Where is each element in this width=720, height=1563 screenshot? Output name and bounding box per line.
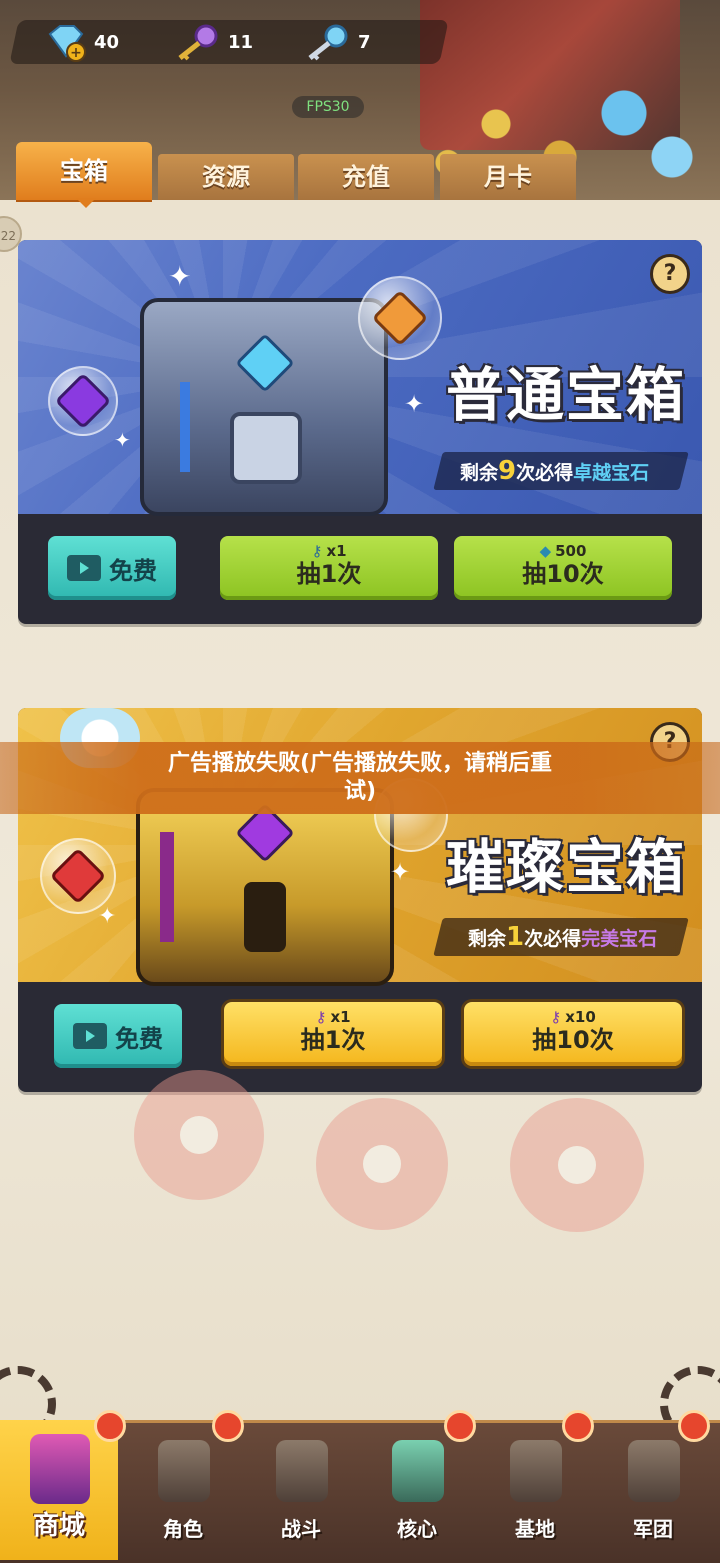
purple-key-count: 11 [228, 31, 254, 53]
nav-label: 商城 [32, 1511, 85, 1541]
remain-mid: 次必得 [524, 928, 582, 950]
sparkle-icon: ✦ [404, 390, 425, 418]
draw-10-cost: x10 [565, 1008, 596, 1026]
tab-resources[interactable]: 资源 [158, 154, 294, 200]
decor-ring [316, 1098, 448, 1230]
free-button[interactable]: 免费 [54, 1004, 182, 1068]
resource-purple-key: 11 [172, 22, 253, 62]
fps-counter: FPS30 [292, 96, 364, 118]
remain-prefix: 剩余 [460, 462, 499, 484]
toast-line-1: 广告播放失败(广告播放失败，请稍后重 [167, 751, 553, 776]
chest-stripe [160, 832, 174, 942]
diamond-count: 40 [94, 31, 120, 53]
nav-battle[interactable]: 战斗 [242, 1420, 360, 1560]
shop-icon [30, 1434, 90, 1504]
svg-text:+: + [70, 45, 82, 61]
sparkle-icon: ✦ [114, 428, 131, 452]
purple-key-icon: ⚷ [550, 1008, 562, 1026]
gold-chest-art [136, 788, 394, 986]
diamond-icon: + [48, 25, 86, 62]
sparkle-icon: ✦ [98, 904, 117, 929]
draw-1-label: 抽1次 [296, 560, 362, 588]
tab-pointer [76, 198, 96, 208]
silver-chest-art [140, 298, 388, 516]
nav-label: 核心 [397, 1517, 437, 1541]
legion-shield-icon [628, 1440, 680, 1502]
purple-key-icon [178, 24, 218, 61]
remain-prefix: 剩余 [468, 928, 507, 950]
sparkle-icon: ✦ [390, 858, 411, 886]
tv-ad-icon [67, 555, 101, 581]
sparkle-icon: ✦ [168, 260, 192, 293]
red-gem-bubble [40, 838, 116, 914]
draw-10-button[interactable]: ◆ 500 抽10次 [454, 536, 672, 600]
core-gem-icon [392, 1440, 444, 1502]
blue-key-icon [308, 24, 348, 61]
notification-dot [678, 1410, 710, 1442]
remain-reward: 完美宝石 [581, 928, 658, 950]
lock-icon [230, 412, 302, 484]
toast-line-2: 试) [343, 779, 377, 804]
draw-10-cost: 500 [555, 542, 587, 560]
draw-10-button[interactable]: ⚷ x10 抽10次 [464, 1002, 682, 1066]
base-tower-icon [510, 1440, 562, 1502]
notification-dot [562, 1410, 594, 1442]
blue-key-icon: ⚷ [311, 542, 323, 560]
remain-count: 1 [506, 922, 525, 952]
help-icon[interactable]: ? [650, 254, 690, 294]
notification-dot [444, 1410, 476, 1442]
nav-shop[interactable]: 商城 [0, 1420, 118, 1560]
nav-label: 角色 [163, 1517, 203, 1541]
error-toast: 广告播放失败(广告播放失败，请稍后重 试) [0, 742, 720, 814]
draw-1-label: 抽1次 [300, 1026, 366, 1054]
remain-mid: 次必得 [516, 462, 574, 484]
resource-diamond[interactable]: + 40 [42, 22, 119, 62]
draw-1-cost: x1 [326, 542, 347, 560]
draw-10-label: 抽10次 [532, 1026, 614, 1054]
tv-ad-icon [73, 1023, 107, 1049]
remain-text: 剩余1次必得完美宝石 [468, 922, 657, 952]
purple-key-icon: ⚷ [315, 1008, 327, 1026]
free-label: 免费 [109, 556, 157, 585]
blue-key-count: 7 [358, 31, 371, 53]
tab-chest[interactable]: 宝箱 [16, 142, 152, 200]
free-button[interactable]: 免费 [48, 536, 176, 600]
draw-1-button[interactable]: ⚷ x1 抽1次 [220, 536, 438, 600]
remain-reward: 卓越宝石 [573, 462, 650, 484]
decor-ring [134, 1070, 264, 1200]
notification-dot [94, 1410, 126, 1442]
pistols-icon [276, 1440, 328, 1502]
normal-chest-title: 普通宝箱 [446, 361, 687, 429]
chest-stripe [180, 382, 190, 472]
notification-dot [212, 1410, 244, 1442]
soldier-icon [158, 1440, 210, 1502]
diamond-icon: ◆ [539, 542, 552, 560]
purple-gem-bubble [48, 366, 118, 436]
nav-label: 战斗 [281, 1517, 321, 1541]
nav-label: 军团 [633, 1517, 673, 1541]
draw-10-label: 抽10次 [522, 560, 604, 588]
orange-gem-bubble [358, 276, 442, 360]
chest-gem [235, 333, 295, 393]
tab-recharge[interactable]: 充值 [298, 154, 434, 200]
remain-text: 剩余9次必得卓越宝石 [460, 456, 649, 486]
resource-blue-key: 7 [302, 22, 371, 62]
free-label: 免费 [115, 1024, 163, 1053]
remain-count: 9 [498, 456, 517, 486]
draw-1-button[interactable]: ⚷ x1 抽1次 [224, 1002, 442, 1066]
decor-ring [510, 1098, 644, 1232]
lock-icon [244, 882, 286, 952]
gold-chest-title: 璀璨宝箱 [446, 833, 687, 901]
normal-chest-card: ? ✦ ✦ ✦ 普通宝箱 剩余9次必得卓越宝石 免费 ⚷ x1 抽1次 ◆ 500 … [18, 240, 702, 624]
tab-monthly-card[interactable]: 月卡 [440, 154, 576, 200]
nav-label: 基地 [515, 1517, 555, 1541]
draw-1-cost: x1 [330, 1008, 351, 1026]
